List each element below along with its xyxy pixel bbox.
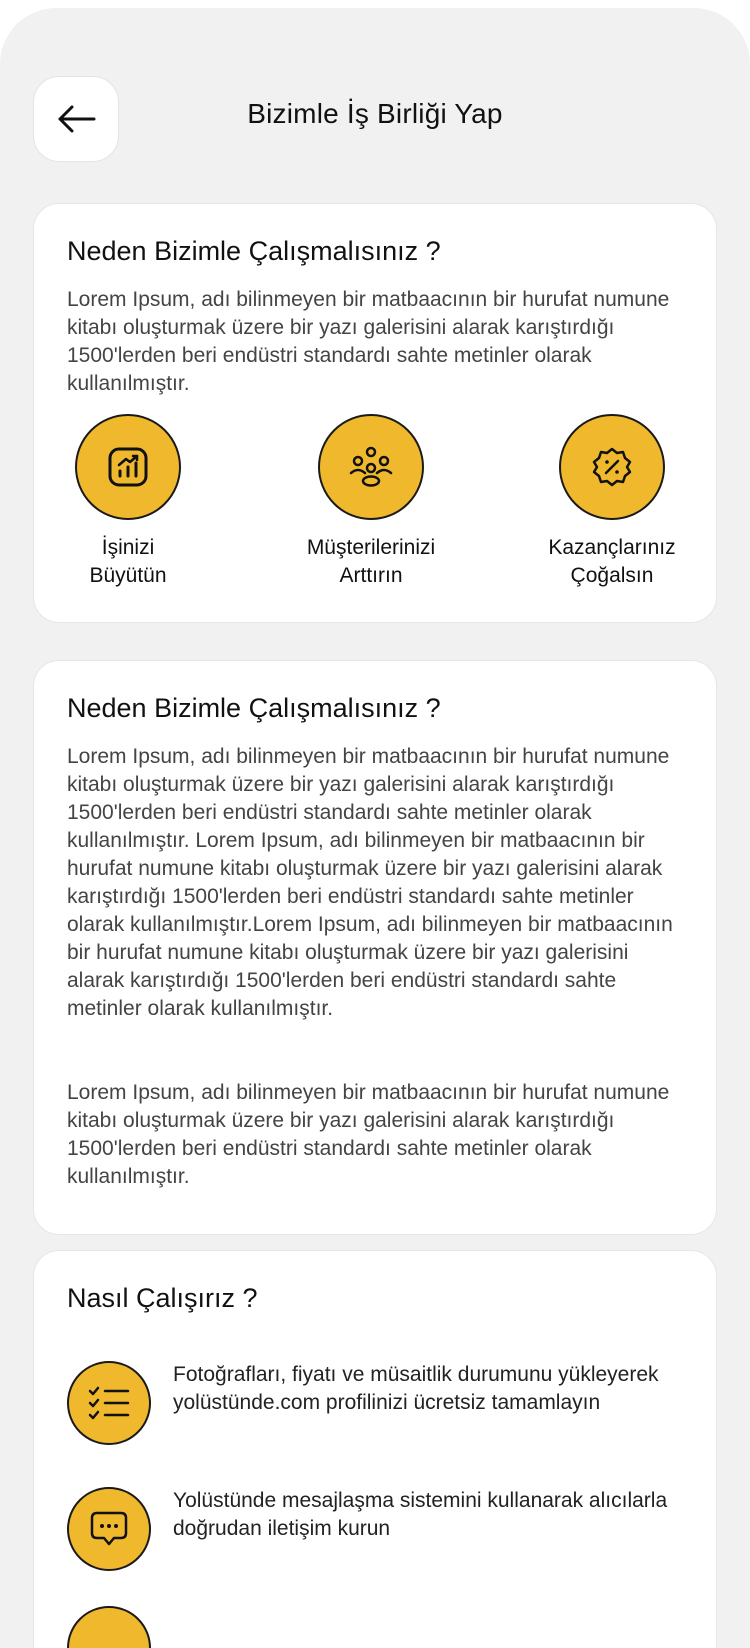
checklist-icon	[87, 1383, 131, 1423]
screen: Bizimle İş Birliği Yap Neden Bizimle Çal…	[0, 8, 750, 1648]
feature-label-line: İşinizi	[101, 536, 155, 559]
feature-label: Kazançlarınız Çoğalsın	[522, 534, 702, 590]
chart-growth-icon	[106, 445, 150, 489]
step-circle	[67, 1487, 151, 1571]
details-card: Neden Bizimle Çalışmalısınız ? Lorem Ips…	[33, 660, 717, 1235]
why-card-title: Neden Bizimle Çalışmalısınız ?	[67, 236, 441, 266]
feature-label-line: Müşterilerinizi	[306, 536, 436, 559]
feature-label-line: Çoğalsın	[570, 564, 654, 587]
feature-label-line: Kazançlarınız	[548, 536, 676, 559]
step-text: Yolüstünde mesajlaşma sistemini kullanar…	[173, 1489, 668, 1540]
how-card: Nasıl Çalışırız ? Fotoğrafları, fiyatı v…	[33, 1250, 717, 1648]
details-card-title: Neden Bizimle Çalışmalısınız ?	[67, 693, 441, 723]
feature-grow-business[interactable]: İşinizi Büyütün	[38, 414, 218, 590]
feature-earnings[interactable]: Kazançlarınız Çoğalsın	[522, 414, 702, 590]
details-paragraph-1: Lorem Ipsum, adı bilinmeyen bir matbaacı…	[67, 745, 673, 1020]
feature-label-line: Arttırın	[339, 564, 403, 587]
feature-circle	[318, 414, 424, 520]
why-card-text: Lorem Ipsum, adı bilinmeyen bir matbaacı…	[67, 288, 670, 395]
feature-increase-customers[interactable]: Müşterilerinizi Arttırın	[281, 414, 461, 590]
discount-badge-icon	[590, 445, 634, 489]
step-circle	[67, 1361, 151, 1445]
feature-label: İşinizi Büyütün	[38, 534, 218, 590]
why-card: Neden Bizimle Çalışmalısınız ? Lorem Ips…	[33, 203, 717, 623]
feature-label: Müşterilerinizi Arttırın	[281, 534, 461, 590]
how-card-title: Nasıl Çalışırız ?	[67, 1283, 258, 1313]
chat-bubble-icon	[89, 1509, 129, 1549]
step-text: Fotoğrafları, fiyatı ve müsaitlik durumu…	[173, 1363, 659, 1414]
feature-circle	[559, 414, 665, 520]
feature-circle	[75, 414, 181, 520]
people-group-icon	[348, 444, 394, 490]
step-circle	[67, 1606, 151, 1648]
feature-label-line: Büyütün	[89, 564, 167, 587]
details-paragraph-2: Lorem Ipsum, adı bilinmeyen bir matbaacı…	[67, 1081, 670, 1188]
page-title: Bizimle İş Birliği Yap	[247, 98, 503, 129]
